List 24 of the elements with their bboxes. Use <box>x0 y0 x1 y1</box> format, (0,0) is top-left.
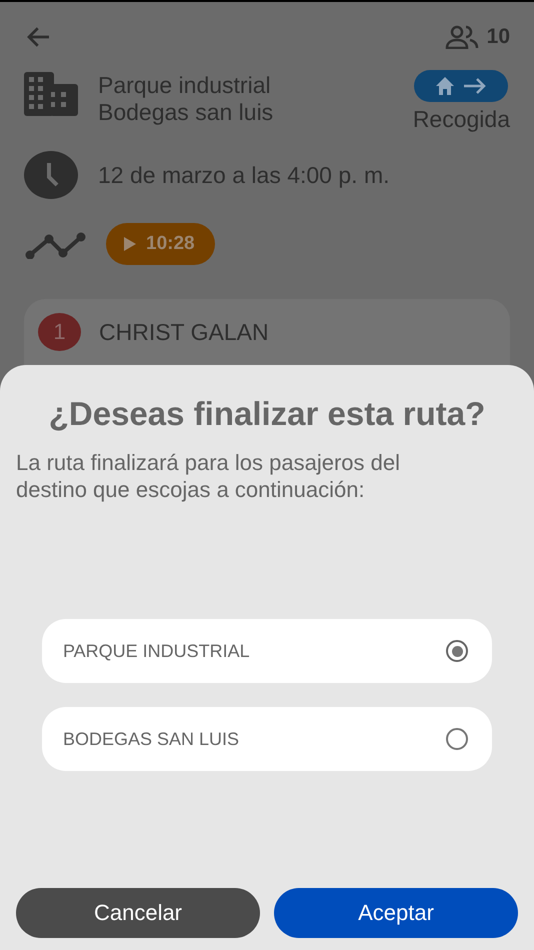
house-arrow-icon <box>434 75 488 97</box>
option-label: PARQUE INDUSTRIAL <box>63 640 250 662</box>
building-icon <box>24 72 78 116</box>
destination-option[interactable]: BODEGAS SAN LUIS <box>42 707 492 771</box>
dialog-message: La ruta finalizará para los pasajeros del destino que escojas a continuación: <box>16 449 402 503</box>
option-label: BODEGAS SAN LUIS <box>63 728 240 750</box>
passenger-number: 1 <box>38 313 81 351</box>
dialog-title: ¿Deseas finalizar esta ruta? <box>48 395 486 433</box>
radio-button[interactable] <box>446 728 468 750</box>
destination-option[interactable]: PARQUE INDUSTRIAL <box>42 619 492 683</box>
accept-button[interactable]: Aceptar <box>274 888 518 938</box>
play-icon <box>124 237 136 251</box>
radio-button[interactable] <box>446 640 468 662</box>
mode-label: Recogida <box>412 106 510 133</box>
timer-text: 10:28 <box>146 233 195 255</box>
destination-name: Bodegas san luis <box>98 99 274 126</box>
passenger-count: 10 <box>486 25 510 49</box>
passenger-card[interactable]: 1 CHRIST GALAN <box>24 299 510 365</box>
people-icon <box>444 25 479 49</box>
destination-name: Parque industrial <box>98 72 272 99</box>
date-time: 12 de marzo a las 4:00 p. m. <box>98 162 390 188</box>
cancel-button[interactable]: Cancelar <box>16 888 260 938</box>
clock-icon <box>24 151 78 199</box>
passenger-name: CHRIST GALAN <box>99 318 269 346</box>
